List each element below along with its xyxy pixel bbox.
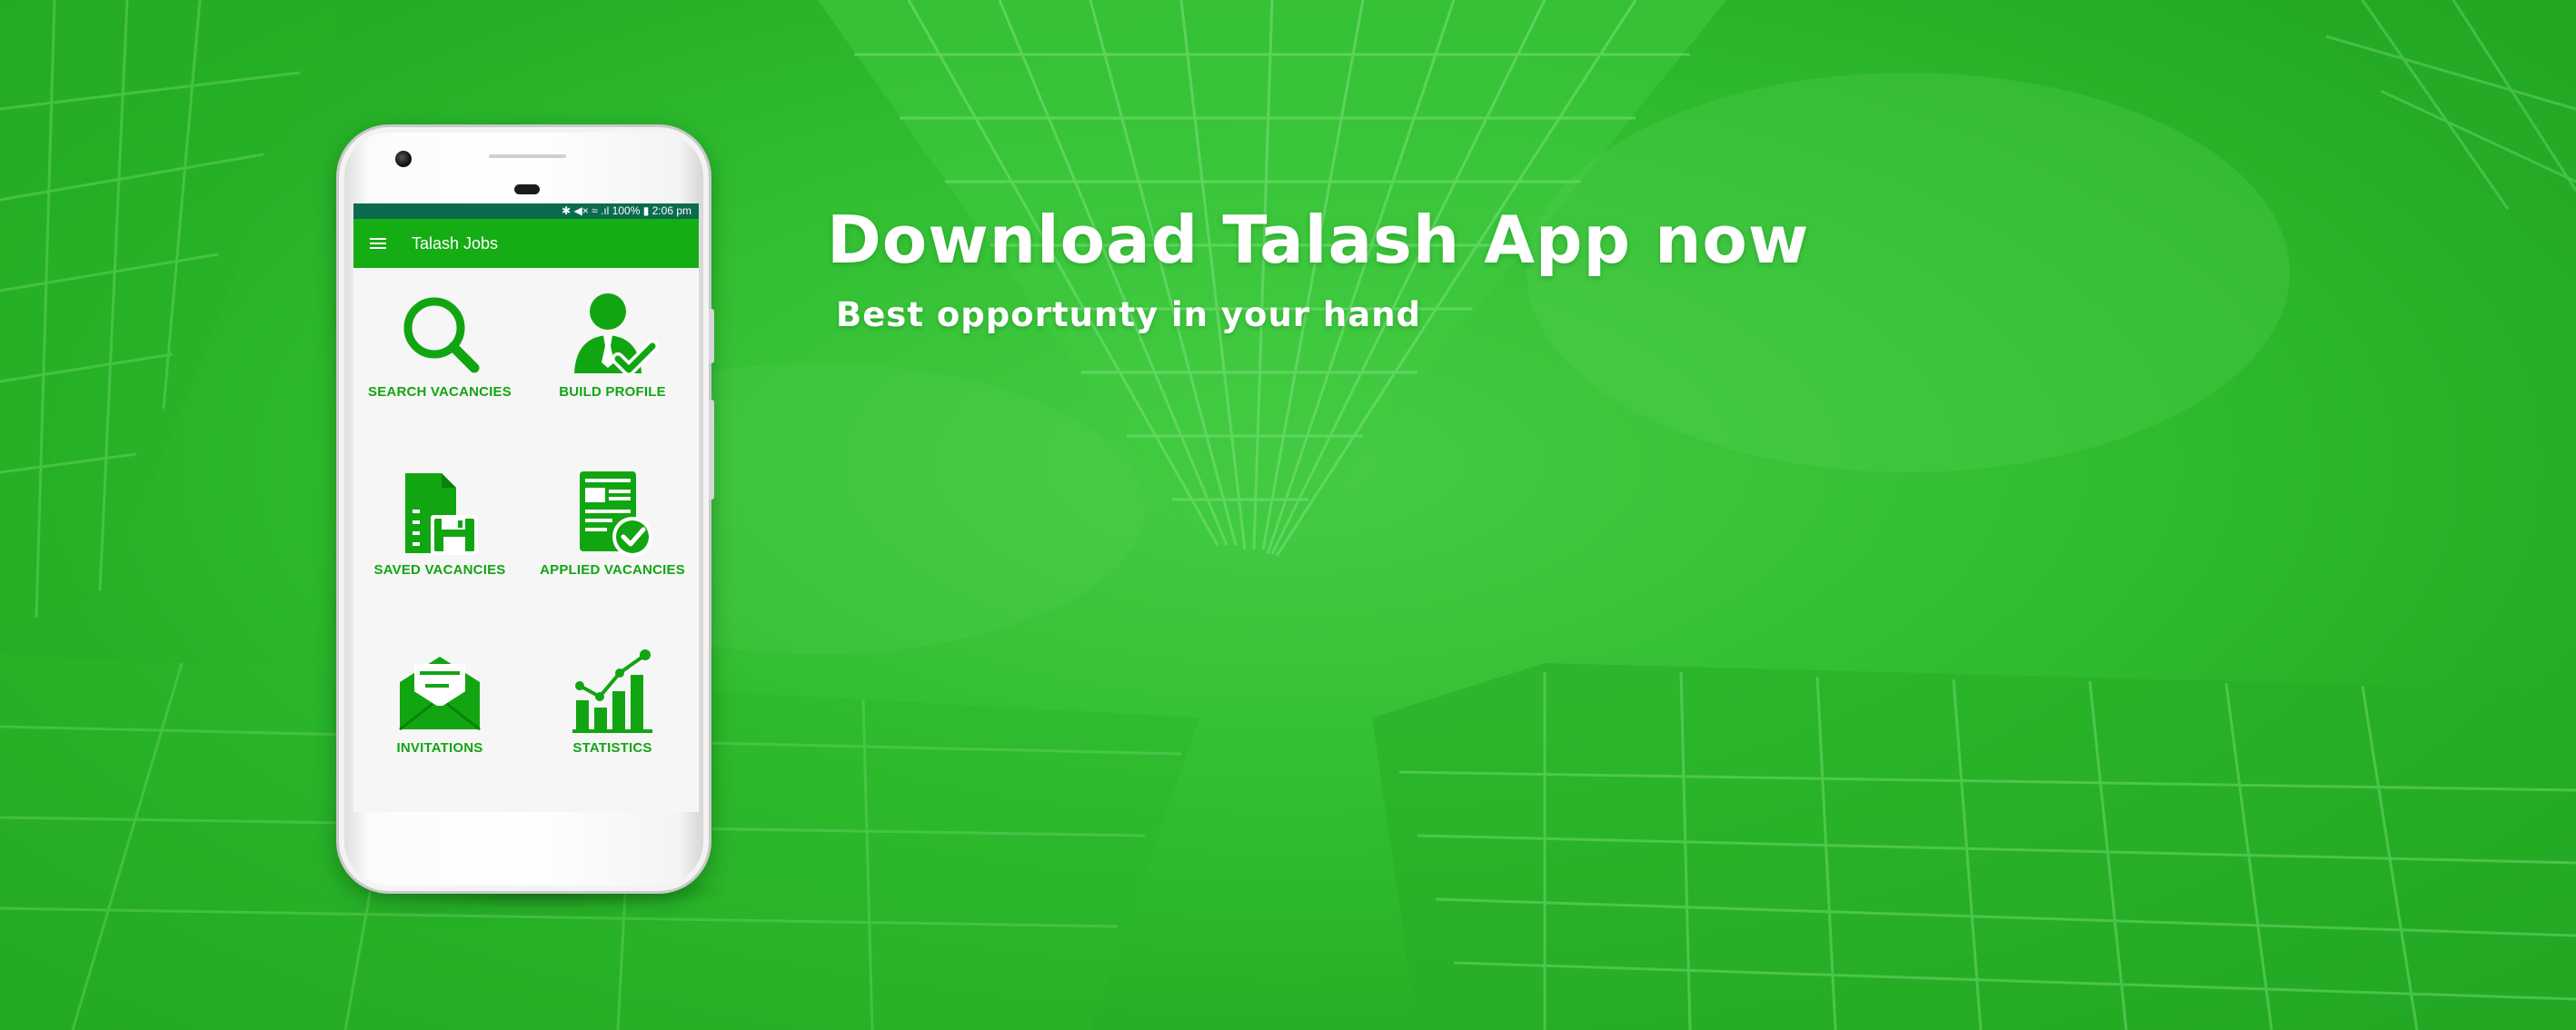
headline: Download Talash App now [827, 202, 1810, 278]
phone-screen: ✱ ◀× ≈ .ıl 100% ▮ 2:06 pm Talash Jobs SE… [353, 203, 699, 812]
front-camera [395, 151, 412, 167]
subheadline: Best opportunty in your hand [836, 295, 1422, 334]
app-title: Talash Jobs [412, 233, 499, 253]
tile-label: INVITATIONS [396, 740, 483, 756]
envelope-open-icon [399, 657, 481, 731]
tile-label: STATISTICS [572, 740, 652, 756]
power-button [709, 400, 714, 500]
user-check-icon [574, 293, 658, 376]
tile-applied-vacancies[interactable]: APPLIED VACANCIES [526, 468, 699, 646]
tile-label: APPLIED VACANCIES [540, 562, 685, 578]
tile-saved-vacancies[interactable]: SAVED VACANCIES [353, 468, 526, 646]
earpiece [514, 184, 540, 194]
menu-grid: SEARCH VACANCIES BUILD PROFILE SAVED VAC… [353, 268, 699, 812]
tile-label: BUILD PROFILE [559, 384, 666, 400]
tile-label: SAVED VACANCIES [373, 562, 506, 578]
search-icon [403, 297, 480, 373]
volume-button [709, 309, 714, 363]
top-speaker-slot [489, 154, 566, 158]
tile-statistics[interactable]: STATISTICS [526, 646, 699, 812]
hamburger-menu-icon[interactable] [368, 235, 388, 252]
app-bar: Talash Jobs [353, 219, 699, 268]
tile-search-vacancies[interactable]: SEARCH VACANCIES [353, 290, 526, 468]
tile-label: SEARCH VACANCIES [368, 384, 512, 400]
document-check-icon [580, 471, 652, 557]
chart-growth-icon [572, 649, 652, 733]
phone-mockup: ✱ ◀× ≈ .ıl 100% ▮ 2:06 pm Talash Jobs SE… [336, 124, 714, 894]
document-save-icon [405, 473, 478, 555]
status-bar: ✱ ◀× ≈ .ıl 100% ▮ 2:06 pm [353, 203, 699, 219]
tile-invitations[interactable]: INVITATIONS [353, 646, 526, 812]
tile-build-profile[interactable]: BUILD PROFILE [526, 290, 699, 468]
